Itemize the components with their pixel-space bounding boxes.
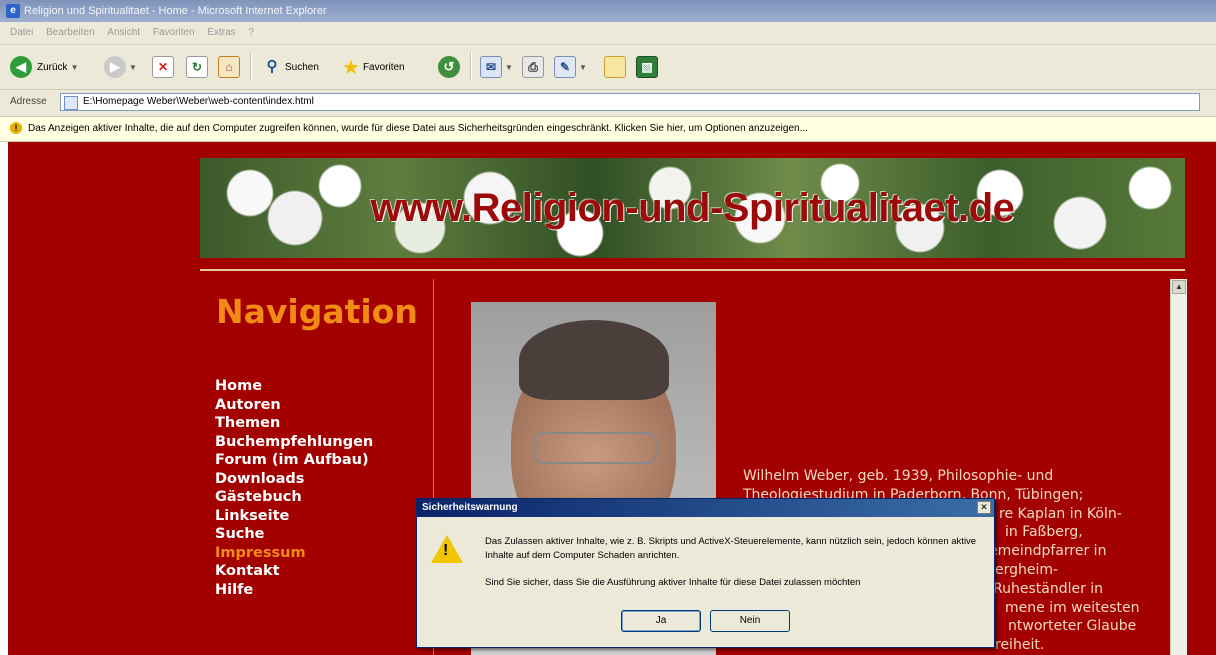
- dialog-question: Sind Sie sicher, dass Sie die Ausführung…: [485, 577, 861, 588]
- menu-ansicht[interactable]: Ansicht: [107, 22, 140, 44]
- nav-link-downloads[interactable]: Downloads: [215, 470, 373, 489]
- nav-link-forum[interactable]: Forum (im Aufbau): [215, 451, 373, 470]
- photo-glasses: [533, 432, 657, 464]
- warning-mark: !: [443, 542, 449, 559]
- refresh-icon: ↻: [186, 56, 208, 78]
- nav-link-impressum[interactable]: Impressum: [215, 544, 373, 563]
- address-url: E:\Homepage Weber\Weber\web-content\inde…: [83, 96, 314, 107]
- print-button[interactable]: ⎙: [522, 54, 544, 80]
- messenger-icon: ▧: [636, 56, 658, 78]
- stop-icon: ✕: [152, 56, 174, 78]
- page-scrollbar[interactable]: ▲: [1170, 279, 1187, 655]
- nav-link-autoren[interactable]: Autoren: [215, 396, 373, 415]
- menu-help[interactable]: ?: [248, 22, 254, 44]
- page-icon: [64, 96, 78, 110]
- menu-bar: Datei Bearbeiten Ansicht Favoriten Extra…: [0, 22, 1216, 45]
- favorites-button[interactable]: ★ Favoriten: [342, 54, 405, 80]
- search-button[interactable]: ⚲ Suchen: [262, 54, 319, 80]
- close-icon[interactable]: ✕: [977, 501, 991, 514]
- ie-icon: e: [6, 4, 20, 18]
- back-button[interactable]: ◀ Zurück ▼: [10, 54, 78, 80]
- star-icon: ★: [342, 56, 360, 79]
- nav-link-home[interactable]: Home: [215, 377, 373, 396]
- header-divider: [200, 269, 1185, 271]
- photo-hair: [519, 320, 669, 400]
- back-arrow-icon: ◀: [10, 56, 32, 78]
- nav-list: Home Autoren Themen Buchempfehlungen For…: [215, 377, 373, 599]
- edit-icon: ✎: [554, 56, 576, 78]
- nav-link-kontakt[interactable]: Kontakt: [215, 562, 373, 581]
- dialog-message: Das Zulassen aktiver Inhalte, wie z. B. …: [485, 536, 977, 561]
- nav-heading: Navigation: [216, 292, 418, 331]
- mail-icon: ✉: [480, 56, 502, 78]
- history-button[interactable]: ↺: [438, 54, 460, 80]
- nav-link-themen[interactable]: Themen: [215, 414, 373, 433]
- toolbar: ◀ Zurück ▼ ▶ ▼ ✕ ↻ ⌂ ⚲ Suchen ★ Favorite…: [0, 45, 1216, 90]
- toolbar-separator: [250, 53, 252, 81]
- edit-button[interactable]: ✎ ▼: [554, 54, 587, 80]
- address-bar: Adresse E:\Homepage Weber\Weber\web-cont…: [0, 90, 1216, 117]
- banner-title: www.Religion-und-Spiritualitaet.de: [370, 186, 1015, 230]
- shield-icon: !: [10, 122, 22, 134]
- back-label: Zurück: [37, 61, 68, 73]
- menu-bearbeiten[interactable]: Bearbeiten: [46, 22, 94, 44]
- search-label: Suchen: [285, 61, 319, 73]
- nav-link-buchempfehlungen[interactable]: Buchempfehlungen: [215, 433, 373, 452]
- dialog-title: Sicherheitswarnung: [422, 502, 518, 513]
- yes-button[interactable]: Ja: [621, 610, 701, 632]
- window-titlebar: e Religion und Spiritualitaet - Home - M…: [0, 0, 1216, 22]
- bio-line: Wilhelm Weber, geb. 1939, Philosophie- u…: [743, 468, 1054, 484]
- stop-button[interactable]: ✕: [152, 54, 174, 80]
- nav-link-linkseite[interactable]: Linkseite: [215, 507, 373, 526]
- chevron-down-icon: ▼: [129, 62, 137, 72]
- address-input[interactable]: E:\Homepage Weber\Weber\web-content\inde…: [60, 93, 1200, 111]
- infobar-message: Das Anzeigen aktiver Inhalte, die auf de…: [28, 123, 808, 134]
- menu-extras[interactable]: Extras: [207, 22, 235, 44]
- refresh-button[interactable]: ↻: [186, 54, 208, 80]
- menu-favoriten[interactable]: Favoriten: [153, 22, 195, 44]
- window-title: Religion und Spiritualitaet - Home - Mic…: [24, 5, 327, 17]
- forward-button[interactable]: ▶ ▼: [104, 54, 137, 80]
- favorites-label: Favoriten: [362, 61, 405, 73]
- chevron-down-icon: ▼: [70, 62, 79, 72]
- nav-link-suche[interactable]: Suche: [215, 525, 373, 544]
- forward-arrow-icon: ▶: [104, 56, 126, 78]
- menu-datei[interactable]: Datei: [10, 22, 33, 44]
- nav-link-gaestebuch[interactable]: Gästebuch: [215, 488, 373, 507]
- security-warning-dialog: Sicherheitswarnung ✕ ! Das Zulassen akti…: [416, 498, 995, 648]
- toolbar-separator: [470, 53, 472, 81]
- messenger-button[interactable]: ▧: [636, 54, 658, 80]
- no-button[interactable]: Nein: [710, 610, 790, 632]
- chevron-down-icon: ▼: [505, 62, 513, 72]
- home-button[interactable]: ⌂: [218, 54, 240, 80]
- chevron-down-icon: ▼: [579, 62, 587, 72]
- home-icon: ⌂: [218, 56, 240, 78]
- banner-image: www.Religion-und-Spiritualitaet.de: [200, 158, 1185, 258]
- discuss-button[interactable]: [604, 54, 626, 80]
- history-icon: ↺: [438, 56, 460, 78]
- nav-link-hilfe[interactable]: Hilfe: [215, 581, 373, 600]
- printer-icon: ⎙: [522, 56, 544, 78]
- scroll-up-arrow-icon[interactable]: ▲: [1172, 280, 1186, 294]
- address-label: Adresse: [10, 96, 47, 107]
- folder-icon: [604, 56, 626, 78]
- information-bar[interactable]: ! Das Anzeigen aktiver Inhalte, die auf …: [0, 117, 1216, 142]
- dialog-titlebar: Sicherheitswarnung ✕: [417, 499, 994, 517]
- search-icon: ⚲: [266, 58, 278, 75]
- mail-button[interactable]: ✉ ▼: [480, 54, 513, 80]
